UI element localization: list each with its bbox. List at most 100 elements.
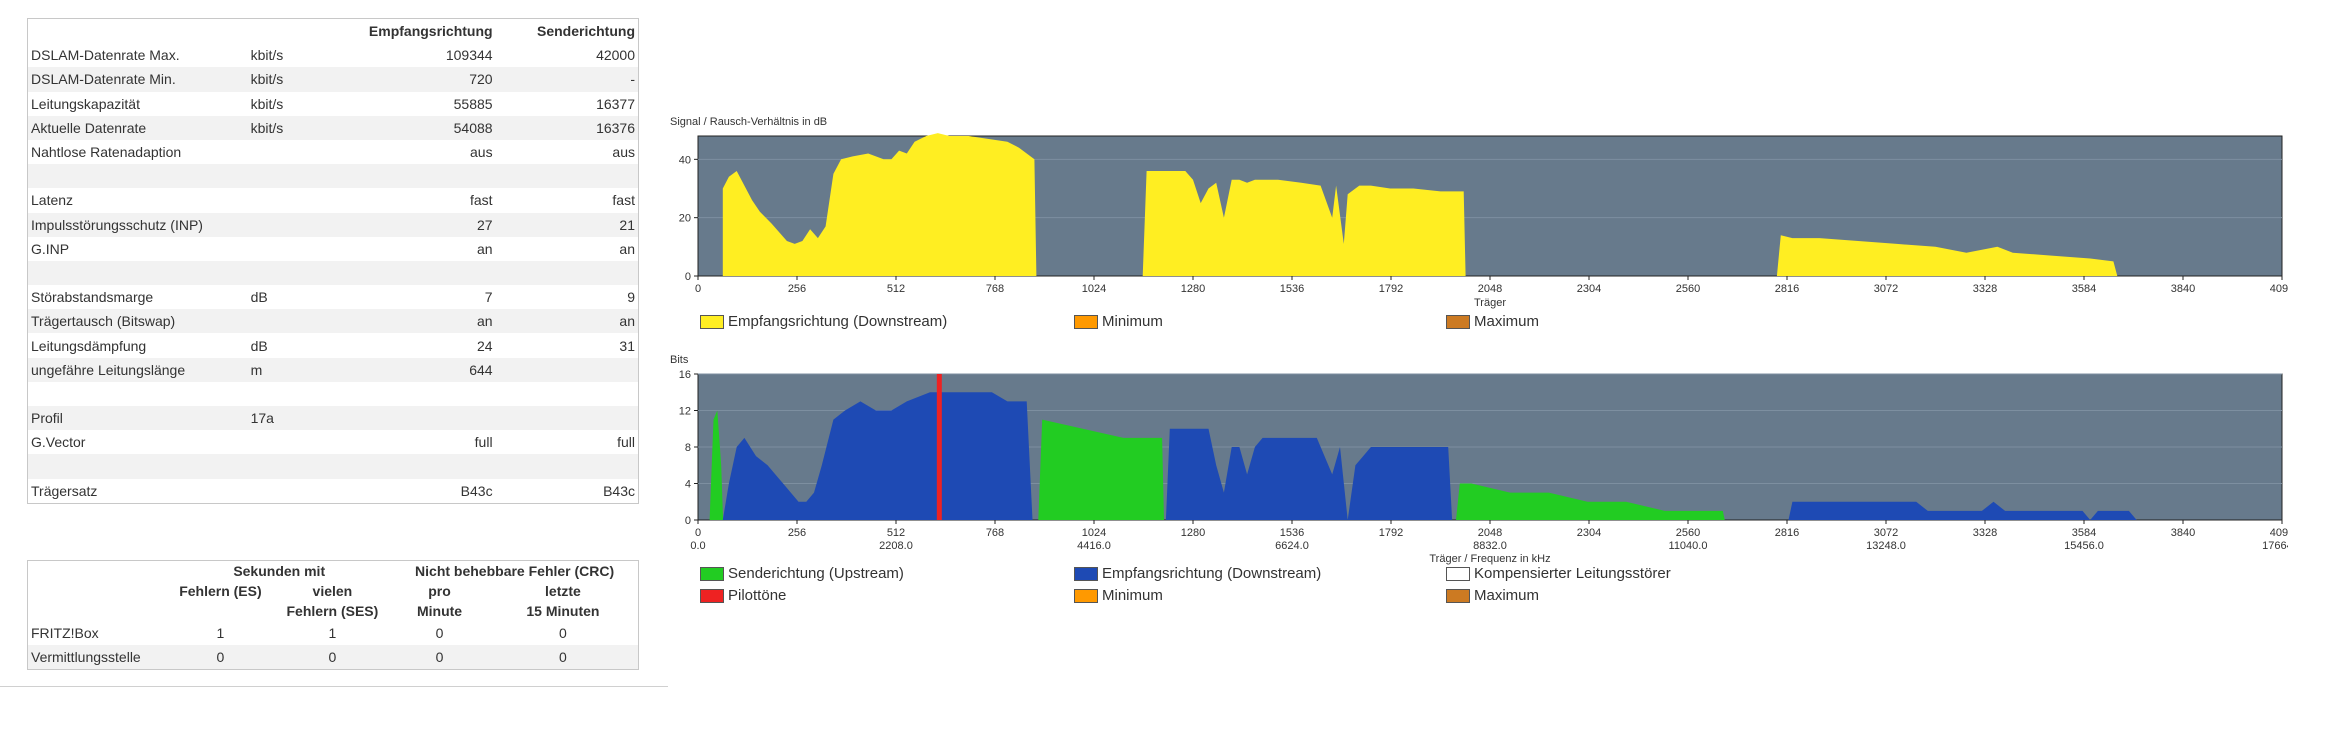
dsl-cell-upstream: B43c (603, 482, 635, 499)
dsl-header-0 (28, 19, 248, 44)
error-sub-header-row-1: Fehlern (ES) vielen pro letzte (28, 581, 639, 601)
dsl-cell-downstream (348, 406, 496, 431)
dsl-cell-unit: 17a (247, 406, 349, 431)
error-cell-value: 0 (391, 645, 488, 670)
dsl-cell-downstream (348, 164, 496, 189)
legend-swatch (700, 567, 724, 582)
x-tick-label: 0 (695, 283, 701, 295)
dsl-row: Profil 17a (27, 406, 639, 431)
dsl-cell-label: DSLAM-Datenrate Min. (27, 67, 248, 92)
legend-label: Empfangsrichtung (Downstream) (728, 313, 948, 330)
y-tick-label: 20 (679, 213, 691, 225)
dsl-cell-downstream: full (474, 434, 493, 451)
y-tick-label: 16 (679, 369, 691, 381)
error-table: Sekunden mit Nicht behebbare Fehler (CRC… (27, 560, 639, 670)
x-tick-label: 1280 (1181, 527, 1205, 539)
legend-swatch (700, 315, 724, 330)
dsl-cell-downstream: 55885 (453, 95, 493, 112)
dsl-cell-label: Trägertausch (Bitswap) (27, 309, 248, 334)
dsl-row: DSLAM-Datenrate Min. kbit/s 720- (27, 67, 639, 92)
dsl-cell-downstream (348, 260, 496, 286)
dsl-cell-label: Leitungskapazität (31, 95, 140, 112)
dsl-row (27, 454, 639, 479)
dsl-row: Impulsstörungsschutz (INP) 27 21 (27, 212, 639, 237)
x-tick-freq-label: 6624.0 (1275, 540, 1309, 552)
x-tick-freq-label: 15456.0 (2064, 540, 2104, 552)
legend-item: Senderichtung (Upstream) (700, 565, 904, 582)
legend-label: Maximum (1474, 313, 1540, 330)
legend-item: Kompensierter Leitungsstörer (1446, 565, 1671, 582)
legend-swatch (1446, 567, 1470, 582)
error-table-body: FRITZ!Box 1 1 0 0 Vermittlungsstelle 0 0 0 0 (27, 621, 639, 670)
error-group-empty (28, 561, 168, 582)
error-row: FRITZ!Box 1 1 0 0 (28, 621, 639, 645)
dsl-cell-unit: dB (250, 337, 268, 354)
dsl-cell-label (27, 164, 248, 189)
dsl-cell-upstream: aus (612, 144, 635, 161)
x-tick-label: 1024 (1082, 527, 1106, 539)
error-sub-empty (28, 581, 168, 601)
dsl-cell-downstream: aus (470, 144, 493, 161)
dsl-cell-label (28, 382, 248, 406)
y-tick-label: 4 (685, 479, 691, 491)
dsl-cell-unit (247, 164, 349, 189)
dsl-cell-label: G.Vector (31, 434, 86, 451)
x-tick-label: 2048 (1478, 527, 1502, 539)
dsl-cell-label: DSLAM-Datenrate Max. (31, 47, 180, 64)
dsl-cell-unit (248, 430, 349, 454)
error-sub-header-row-2: Fehlern (SES) Minute 15 Minuten (28, 601, 639, 621)
x-tick-label: 3584 (2072, 283, 2096, 295)
dsl-cell-label: Aktuelle Datenrate (27, 115, 248, 140)
dsl-cell-upstream (495, 406, 639, 431)
y-tick-label: 12 (679, 406, 691, 418)
dsl-row: Leitungskapazität kbit/s 55885 16377 (28, 92, 639, 116)
x-tick-label: 1536 (1280, 283, 1304, 295)
legend-label: Minimum (1102, 313, 1163, 330)
dsl-cell-unit (248, 479, 349, 504)
dsl-cell-unit (248, 140, 349, 164)
dsl-cell-upstream: an (495, 309, 639, 334)
dsl-row (27, 260, 639, 286)
legend-item: Pilottöne (700, 587, 786, 604)
dsl-cell-label (27, 454, 248, 479)
dsl-cell-upstream (496, 382, 639, 406)
x-tick-label: 2304 (1577, 283, 1601, 295)
legend-swatch (1074, 567, 1098, 582)
divider (0, 686, 668, 687)
error-cell-value: 0 (487, 645, 639, 670)
error-sub-15-1: letzte (545, 583, 581, 599)
dsl-cell-upstream: 42000 (596, 47, 635, 64)
dsl-cell-unit: kbit/s (250, 95, 284, 112)
y-tick-label: 0 (685, 515, 691, 527)
x-tick-label: 3328 (1973, 527, 1997, 539)
x-tick-label: 512 (887, 527, 905, 539)
x-tick-label: 3072 (1874, 283, 1898, 295)
error-group-crc: Nicht behebbare Fehler (CRC) (415, 563, 615, 579)
dsl-cell-unit (248, 237, 349, 261)
dsl-cell-unit (247, 212, 349, 237)
x-tick-freq-label: 13248.0 (1866, 540, 1906, 552)
legend-item: Maximum (1446, 587, 1539, 604)
dsl-cell-unit (247, 454, 349, 479)
dsl-cell-downstream (348, 454, 496, 479)
x-tick-label: 4096 (2270, 527, 2288, 539)
dsl-header-row: Empfangsrichtung Senderichtung (28, 19, 639, 44)
dsl-header-downstream: Empfangsrichtung (368, 23, 493, 40)
legend-item: Minimum (1074, 313, 1163, 330)
dsl-cell-label: Impulsstörungsschutz (INP) (27, 212, 248, 237)
dsl-cell-unit: kbit/s (247, 67, 349, 92)
dsl-cell-upstream (495, 357, 639, 382)
dsl-cell-unit: dB (250, 289, 268, 306)
x-tick-label: 1792 (1379, 527, 1403, 539)
y-tick-label: 8 (685, 442, 691, 454)
x-tick-label: 2304 (1577, 527, 1601, 539)
legend-label: Kompensierter Leitungsstörer (1474, 565, 1671, 582)
x-tick-label: 3072 (1874, 527, 1898, 539)
dsl-cell-downstream: 7 (484, 289, 493, 306)
error-sub-empty-2 (28, 601, 168, 621)
dsl-row: Aktuelle Datenrate kbit/s 54088 16376 (27, 115, 639, 140)
dsl-row: Leitungsdämpfung dB 24 31 (28, 333, 639, 357)
dsl-cell-downstream: 109344 (445, 47, 493, 64)
x-tick-label: 4096 (2270, 283, 2288, 295)
dsl-cell-upstream: 16377 (596, 95, 635, 112)
